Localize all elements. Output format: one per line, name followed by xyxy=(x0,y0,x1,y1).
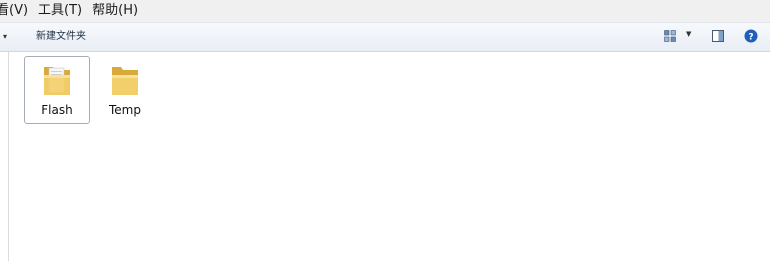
menu-help[interactable]: 帮助(H) xyxy=(87,0,143,22)
menu-view[interactable]: 看(V) xyxy=(0,0,33,22)
new-folder-button[interactable]: 新建文件夹 xyxy=(36,30,86,44)
folder-label: Temp xyxy=(109,103,141,117)
menu-tools[interactable]: 工具(T) xyxy=(33,0,87,22)
menu-bar: 看(V) 工具(T) 帮助(H) xyxy=(0,0,770,23)
folder-item-temp[interactable]: Temp xyxy=(92,56,158,124)
help-icon[interactable]: ? xyxy=(744,29,758,43)
explorer-window: 看(V) 工具(T) 帮助(H) ▾ 新建文件夹 ▼ ? Flash Temp xyxy=(0,0,770,261)
folder-label: Flash xyxy=(41,103,73,117)
chevron-down-icon[interactable]: ▾ xyxy=(3,32,7,41)
views-dropdown-icon[interactable]: ▼ xyxy=(686,30,691,38)
command-bar: ▾ 新建文件夹 ▼ ? xyxy=(0,23,770,52)
file-list-pane[interactable]: Flash Temp xyxy=(8,52,770,261)
svg-text:?: ? xyxy=(748,33,753,43)
folder-icon xyxy=(41,61,73,99)
folder-item-flash[interactable]: Flash xyxy=(24,56,90,124)
folder-icon xyxy=(109,61,141,99)
preview-pane-icon[interactable] xyxy=(712,30,724,42)
views-icon[interactable] xyxy=(664,30,676,42)
